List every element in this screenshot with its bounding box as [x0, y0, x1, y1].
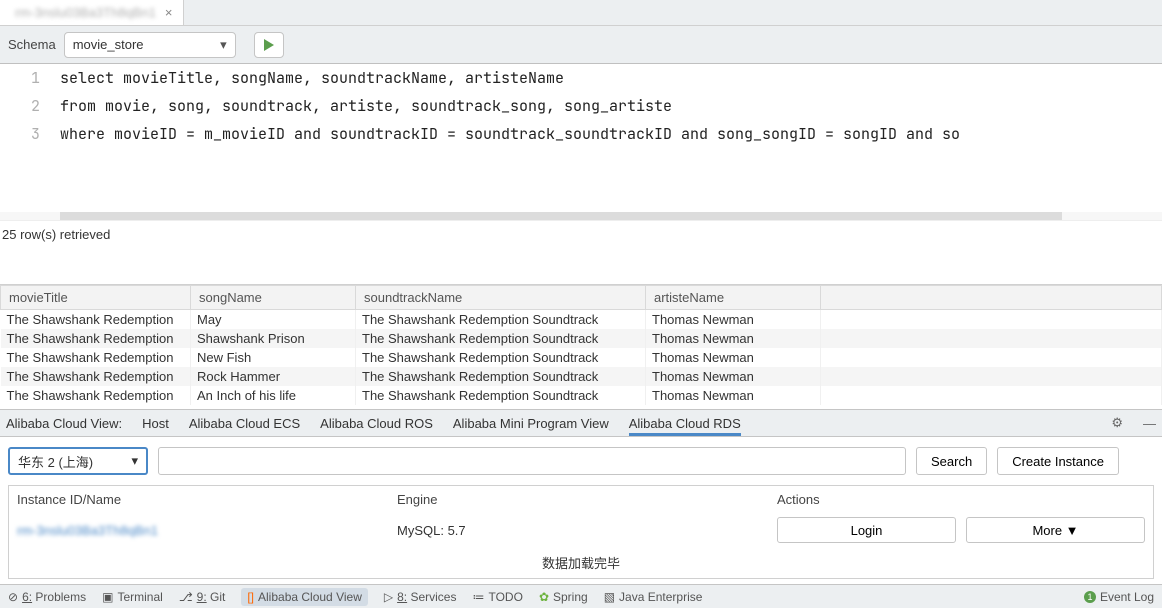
problems-tool[interactable]: ⊘6: Problems — [8, 590, 86, 604]
col-header-engine: Engine — [397, 492, 777, 507]
editor-toolbar: Schema movie_store ▾ — [0, 26, 1162, 64]
chevron-down-icon: ▾ — [220, 37, 227, 53]
minimize-icon[interactable]: — — [1143, 416, 1156, 431]
cloud-view-label: Alibaba Cloud View: — [6, 416, 122, 431]
gear-icon[interactable]: ⚙ — [1111, 415, 1123, 431]
cloud-view-tool[interactable]: []Alibaba Cloud View — [241, 588, 368, 606]
column-header[interactable]: movieTitle — [1, 286, 191, 310]
tab-miniprogram[interactable]: Alibaba Mini Program View — [453, 416, 609, 431]
cloud-view-bar: Alibaba Cloud View: Host Alibaba Cloud E… — [0, 409, 1162, 437]
instance-engine: MySQL: 5.7 — [397, 523, 777, 538]
load-status: 数据加载完毕 — [9, 547, 1153, 578]
line-gutter: 123 — [0, 64, 60, 212]
col-header-actions: Actions — [777, 492, 1145, 507]
bottom-bar: ⊘6: Problems ▣Terminal ⎇9: Git []Alibaba… — [0, 584, 1162, 608]
tab-bar: rm-3nslu03Ba3Th8qBn1 × — [0, 0, 1162, 26]
editor-tab[interactable]: rm-3nslu03Ba3Th8qBn1 × — [0, 0, 184, 25]
java-enterprise-tool[interactable]: ▧Java Enterprise — [604, 590, 703, 604]
tab-rds[interactable]: Alibaba Cloud RDS — [629, 416, 741, 431]
run-button[interactable] — [254, 32, 284, 58]
cloud-toolbar: 华东 2 (上海) ▾ Search Create Instance — [0, 437, 1162, 485]
table-row[interactable]: The Shawshank RedemptionNew FishThe Shaw… — [1, 348, 1162, 367]
schema-label: Schema — [8, 37, 56, 52]
terminal-tool[interactable]: ▣Terminal — [102, 590, 163, 604]
schema-value: movie_store — [73, 37, 144, 52]
instance-panel: Instance ID/Name Engine Actions rm-3nslu… — [8, 485, 1154, 579]
results-table: movieTitlesongNamesoundtrackNameartisteN… — [0, 284, 1162, 409]
tab-ecs[interactable]: Alibaba Cloud ECS — [189, 416, 300, 431]
tab-label: rm-3nslu03Ba3Th8qBn1 — [15, 5, 156, 20]
region-value: 华东 2 (上海) — [18, 452, 93, 471]
search-input[interactable] — [158, 447, 906, 475]
play-icon — [263, 39, 275, 51]
search-button[interactable]: Search — [916, 447, 987, 475]
column-header[interactable]: soundtrackName — [356, 286, 646, 310]
code-content[interactable]: select movieTitle, songName, soundtrackN… — [60, 64, 1162, 212]
table-row[interactable]: The Shawshank RedemptionMayThe Shawshank… — [1, 310, 1162, 330]
event-log-tool[interactable]: 1Event Log — [1084, 590, 1154, 604]
table-row[interactable]: The Shawshank RedemptionShawshank Prison… — [1, 329, 1162, 348]
create-instance-button[interactable]: Create Instance — [997, 447, 1119, 475]
schema-select[interactable]: movie_store ▾ — [64, 32, 236, 58]
col-header-id: Instance ID/Name — [17, 492, 397, 507]
status-line: 25 row(s) retrieved — [0, 220, 1162, 248]
region-select[interactable]: 华东 2 (上海) ▾ — [8, 447, 148, 475]
git-tool[interactable]: ⎇9: Git — [179, 590, 226, 604]
todo-tool[interactable]: ≔TODO — [472, 590, 522, 604]
services-tool[interactable]: ▷8: Services — [384, 590, 457, 604]
column-header[interactable]: artisteName — [646, 286, 821, 310]
table-row[interactable]: The Shawshank RedemptionRock HammerThe S… — [1, 367, 1162, 386]
instance-id-link[interactable]: rm-3nslu03Ba3Th8qBn1 — [17, 523, 397, 538]
horizontal-scrollbar[interactable] — [0, 212, 1162, 220]
table-row[interactable]: The Shawshank RedemptionAn Inch of his l… — [1, 386, 1162, 405]
more-button[interactable]: More ▼ — [966, 517, 1145, 543]
login-button[interactable]: Login — [777, 517, 956, 543]
instance-row: rm-3nslu03Ba3Th8qBn1 MySQL: 5.7 Login Mo… — [9, 513, 1153, 547]
column-header[interactable]: songName — [191, 286, 356, 310]
spring-tool[interactable]: ✿Spring — [539, 590, 588, 604]
sql-editor[interactable]: 123 select movieTitle, songName, soundtr… — [0, 64, 1162, 212]
tab-ros[interactable]: Alibaba Cloud ROS — [320, 416, 433, 431]
chevron-down-icon: ▾ — [131, 453, 138, 469]
tab-host[interactable]: Host — [142, 416, 169, 431]
close-icon[interactable]: × — [165, 5, 173, 20]
